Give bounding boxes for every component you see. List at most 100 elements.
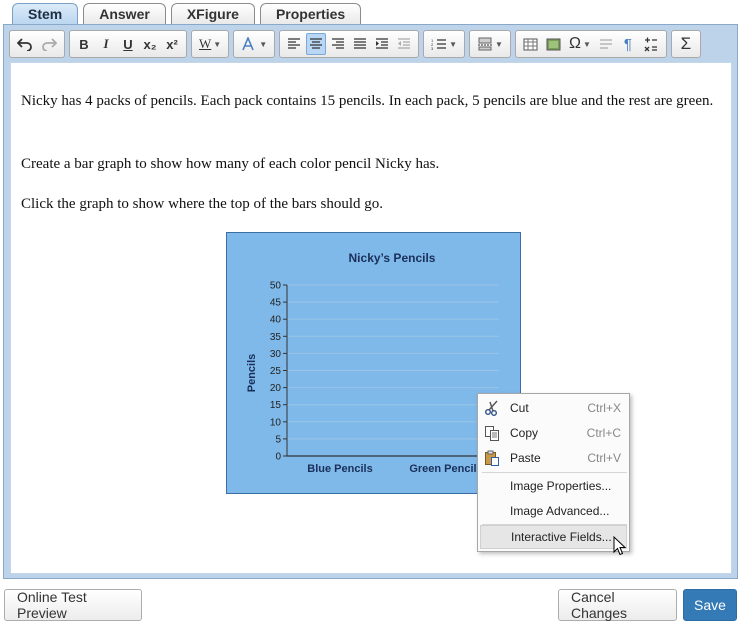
- style-group: W ▼: [191, 30, 230, 58]
- italic-button[interactable]: I: [96, 33, 116, 55]
- menu-separator: [482, 472, 627, 473]
- editor-tabs: Stem Answer XFigure Properties: [12, 3, 362, 25]
- menu-item-interactive-fields[interactable]: Interactive Fields...: [480, 525, 627, 549]
- indent-icon: [376, 38, 389, 49]
- chart-categories: Blue Pencils Green Pencils: [307, 463, 482, 475]
- stem-paragraph-3: Click the graph to show where the top of…: [21, 196, 384, 212]
- menu-item-paste[interactable]: Paste Ctrl+V: [480, 446, 627, 470]
- chart-category-label: Blue Pencils: [307, 463, 372, 475]
- word-style-dropdown[interactable]: W ▼: [196, 33, 224, 55]
- menu-item-cut[interactable]: Cut Ctrl+X: [480, 396, 627, 420]
- menu-item-copy[interactable]: Copy Ctrl+C: [480, 421, 627, 445]
- image-icon: [546, 38, 561, 50]
- chevron-down-icon: ▼: [449, 39, 458, 49]
- outdent-icon: [398, 38, 411, 49]
- history-group: [9, 30, 65, 58]
- indent-button[interactable]: [372, 33, 392, 55]
- format-group: B I U x₂ x²: [69, 30, 187, 58]
- chart-gridlines: [287, 284, 499, 457]
- chevron-down-icon: ▼: [495, 39, 503, 49]
- online-test-preview-button[interactable]: Online Test Preview: [4, 589, 142, 621]
- stem-paragraph-2: Create a bar graph to show how many of e…: [21, 156, 440, 172]
- calculator-icon: [644, 37, 657, 52]
- menu-item-image-properties-label: Image Properties...: [510, 479, 612, 493]
- subscript-button[interactable]: x₂: [140, 33, 160, 55]
- special-char-dropdown[interactable]: Ω ▼: [566, 33, 594, 55]
- insert-group: Ω ▼ ¶: [514, 30, 667, 58]
- lines-icon: [599, 39, 612, 49]
- align-center-icon: [310, 38, 323, 49]
- menu-item-paste-shortcut: Ctrl+V: [587, 451, 621, 465]
- outdent-button[interactable]: [394, 33, 414, 55]
- mouse-cursor-icon: [613, 536, 627, 556]
- chart-category-label: Green Pencils: [409, 463, 482, 475]
- chevron-down-icon: ▼: [259, 39, 268, 49]
- chart-y-tick-label: 45: [270, 298, 282, 309]
- tab-stem[interactable]: Stem: [12, 3, 79, 25]
- menu-item-image-properties[interactable]: Image Properties...: [480, 474, 627, 498]
- chart-y-tick-label: 40: [270, 315, 282, 326]
- menu-item-cut-shortcut: Ctrl+X: [587, 401, 621, 415]
- stem-paragraph-1: Nicky has 4 packs of pencils. Each pack …: [21, 93, 714, 109]
- block-group: ▼: [469, 30, 511, 58]
- menu-item-cut-label: Cut: [510, 401, 529, 415]
- chart-title: Nicky’s Pencils: [349, 251, 436, 265]
- formatting-marks-button[interactable]: [596, 33, 616, 55]
- chart-y-tick-label: 30: [270, 349, 282, 360]
- bold-button[interactable]: B: [74, 33, 94, 55]
- underline-button[interactable]: U: [118, 33, 138, 55]
- equation-group: Σ: [670, 30, 701, 58]
- align-right-icon: [332, 38, 345, 49]
- editor-toolbar: B I U x₂ x² W ▼ ▼ 1 2 3 ▼ ▼ Ω ▼ ¶ Σ: [7, 29, 734, 59]
- menu-item-copy-label: Copy: [510, 426, 539, 440]
- save-button[interactable]: Save: [683, 589, 737, 621]
- text-style-icon: [242, 37, 254, 51]
- redo-button[interactable]: [38, 33, 60, 55]
- menu-item-image-advanced-label: Image Advanced...: [510, 504, 610, 518]
- insert-table-button[interactable]: [520, 33, 541, 55]
- show-paragraphs-button[interactable]: ¶: [618, 33, 638, 55]
- chart-y-tick-label: 25: [270, 366, 282, 377]
- justify-button[interactable]: [350, 33, 370, 55]
- redo-icon: [42, 38, 57, 51]
- tab-properties[interactable]: Properties: [259, 3, 362, 25]
- chevron-down-icon: ▼: [582, 39, 591, 49]
- block-format-dropdown[interactable]: ▼: [474, 33, 506, 55]
- justify-icon: [354, 38, 367, 49]
- menu-item-image-advanced[interactable]: Image Advanced...: [480, 499, 627, 523]
- list-group: 1 2 3 ▼: [423, 30, 466, 58]
- align-left-button[interactable]: [284, 33, 304, 55]
- align-left-icon: [288, 38, 301, 49]
- omega-icon: Ω: [568, 35, 581, 52]
- word-style-label: W: [199, 36, 212, 51]
- undo-button[interactable]: [14, 33, 36, 55]
- insert-image-button[interactable]: [543, 33, 564, 55]
- align-right-button[interactable]: [328, 33, 348, 55]
- copy-icon: [480, 421, 504, 445]
- chevron-down-icon: ▼: [213, 39, 222, 49]
- svg-text:3: 3: [431, 46, 434, 50]
- equation-button[interactable]: Σ: [676, 33, 696, 55]
- chart-y-tick-label: 35: [270, 332, 282, 343]
- math-operators-button[interactable]: [640, 33, 662, 55]
- menu-item-paste-label: Paste: [510, 451, 541, 465]
- numbered-list-icon: 123: [431, 38, 447, 50]
- tab-xfigure[interactable]: XFigure: [170, 3, 255, 25]
- tab-answer[interactable]: Answer: [83, 3, 166, 25]
- chart-y-tick-label: 5: [275, 434, 281, 445]
- scissors-icon: [480, 396, 504, 420]
- align-center-button[interactable]: [306, 33, 327, 55]
- menu-item-copy-shortcut: Ctrl+C: [586, 426, 621, 440]
- context-menu: Cut Ctrl+X Copy Ctrl+C Paste Ctrl+V Imag…: [477, 393, 630, 552]
- font-group: ▼: [233, 30, 276, 58]
- font-style-dropdown[interactable]: ▼: [238, 33, 270, 55]
- paste-icon: [480, 446, 504, 470]
- cancel-changes-button[interactable]: Cancel Changes: [558, 589, 677, 621]
- numbered-list-dropdown[interactable]: 1 2 3 ▼: [428, 33, 460, 55]
- chart-y-ticks: 0 5 10 15 20 25 30 35 40 45 50: [270, 281, 288, 463]
- table-icon: [523, 38, 538, 50]
- align-group: [279, 30, 420, 58]
- chart-y-tick-label: 0: [275, 452, 281, 463]
- chart-y-tick-label: 15: [270, 400, 282, 411]
- superscript-button[interactable]: x²: [162, 33, 182, 55]
